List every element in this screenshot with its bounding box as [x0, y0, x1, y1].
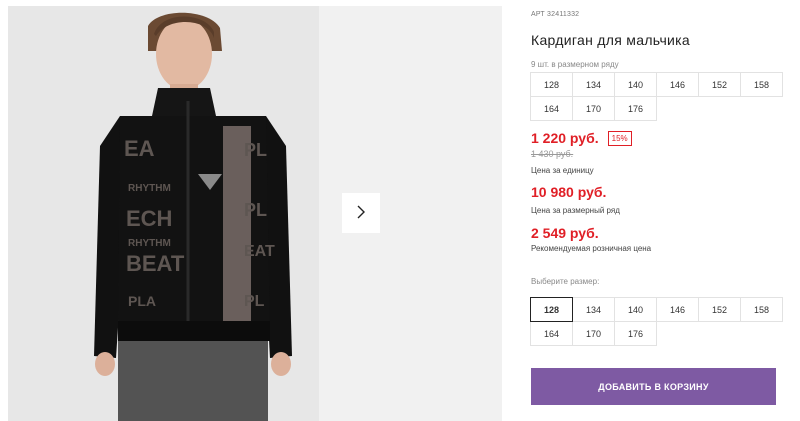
pack-size-cell: 128	[530, 72, 573, 97]
svg-text:EA: EA	[124, 136, 155, 161]
pack-size-grid: 128 134 140 146 152 158 164 170 176	[530, 72, 783, 121]
retail-price: 2 549 руб.	[531, 225, 599, 241]
svg-text:ECH: ECH	[126, 206, 172, 231]
gallery-next-button[interactable]	[342, 193, 380, 233]
size-option[interactable]: 152	[698, 297, 741, 322]
pack-size-cell: 176	[614, 96, 657, 121]
pack-size-label: 9 шт. в размерном ряду	[531, 60, 619, 69]
unit-price: 1 220 руб.	[531, 130, 599, 146]
chevron-right-icon	[355, 204, 367, 223]
size-option[interactable]: 176	[614, 321, 657, 346]
pack-size-cell: 164	[530, 96, 573, 121]
retail-price-caption: Рекомендуемая розничная цена	[531, 244, 652, 253]
discount-badge: 15%	[607, 130, 632, 146]
svg-text:PL: PL	[244, 140, 267, 160]
pack-size-cell: 146	[656, 72, 699, 97]
pack-size-cell: 152	[698, 72, 741, 97]
pack-size-cell: 134	[572, 72, 615, 97]
add-to-cart-button[interactable]: ДОБАВИТЬ В КОРЗИНУ	[531, 368, 776, 405]
product-gallery: EA ECH BEAT RHYTHM RHYTHM PLA PL PL EAT …	[0, 0, 502, 421]
size-option[interactable]: 164	[530, 321, 573, 346]
size-selector: 128 134 140 146 152 158 164 170 176	[530, 297, 783, 346]
size-option[interactable]: 158	[740, 297, 783, 322]
old-price: 1 430 руб.	[531, 149, 574, 159]
size-option[interactable]: 140	[614, 297, 657, 322]
size-option-selected[interactable]: 128	[530, 297, 573, 322]
pack-size-cell: 158	[740, 72, 783, 97]
pack-size-cell: 140	[614, 72, 657, 97]
pack-size-cell: 170	[572, 96, 615, 121]
svg-text:EAT: EAT	[244, 243, 275, 260]
size-option[interactable]: 170	[572, 321, 615, 346]
svg-text:RHYTHM: RHYTHM	[128, 238, 171, 249]
pack-price: 10 980 руб.	[531, 184, 607, 200]
unit-price-caption: Цена за единицу	[531, 166, 594, 175]
svg-text:RHYTHM: RHYTHM	[128, 183, 171, 194]
product-photo[interactable]: EA ECH BEAT RHYTHM RHYTHM PLA PL PL EAT …	[8, 6, 319, 421]
svg-text:PL: PL	[244, 200, 267, 220]
svg-text:PL: PL	[244, 293, 265, 310]
choose-size-label: Выберите размер:	[531, 277, 600, 286]
size-option[interactable]: 146	[656, 297, 699, 322]
unit-price-row: 1 220 руб. 15%	[531, 130, 632, 146]
svg-text:PLA: PLA	[128, 293, 156, 309]
product-sku: АРТ 32411332	[531, 11, 580, 18]
size-option[interactable]: 134	[572, 297, 615, 322]
product-title: Кардиган для мальчика	[531, 32, 690, 48]
svg-text:BEAT: BEAT	[126, 251, 185, 276]
pack-price-caption: Цена за размерный ряд	[531, 206, 620, 215]
